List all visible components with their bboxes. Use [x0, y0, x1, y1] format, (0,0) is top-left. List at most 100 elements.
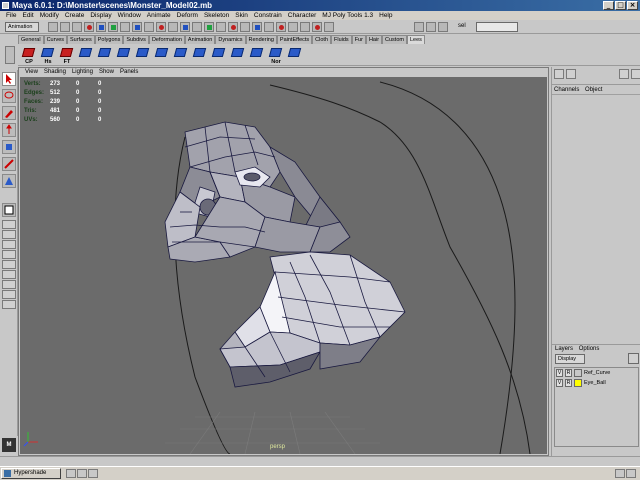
snap-grid-icon[interactable]	[228, 22, 238, 32]
channel-box-toggle-icon[interactable]	[619, 69, 629, 79]
command-line-toggle-icon[interactable]	[615, 469, 625, 478]
maximize-button[interactable]: □	[615, 1, 626, 10]
poly-bevel-icon[interactable]	[172, 45, 190, 65]
layout-persp-graph-icon[interactable]	[2, 250, 16, 259]
menu-skin[interactable]: Skin	[232, 11, 251, 20]
selection-field[interactable]	[476, 22, 518, 32]
panel-menu-shading[interactable]: Shading	[41, 68, 69, 77]
menu-file[interactable]: File	[3, 11, 19, 20]
layout-dope-sheet-icon[interactable]	[2, 300, 16, 309]
menu-skeleton[interactable]: Skeleton	[201, 11, 232, 20]
poly-extrude-icon[interactable]	[115, 45, 133, 65]
tab-lees[interactable]: Lees	[406, 35, 425, 44]
panel-menu-show[interactable]: Show	[96, 68, 117, 77]
layout-hypershade-icon[interactable]	[2, 260, 16, 269]
normals-icon[interactable]: Nor	[267, 45, 285, 65]
tab-general[interactable]: General	[18, 35, 44, 44]
layer-color-swatch[interactable]	[574, 379, 582, 387]
poly-sphere-icon[interactable]	[77, 45, 95, 65]
poly-merge-icon[interactable]	[153, 45, 171, 65]
manipulator-tool-icon[interactable]	[2, 174, 16, 188]
poly-cube-icon[interactable]: CP	[20, 45, 38, 65]
menu-modify[interactable]: Modify	[37, 11, 62, 20]
mask-handles-icon[interactable]	[120, 22, 130, 32]
mask-deformations-icon[interactable]	[168, 22, 178, 32]
scale-tool-icon[interactable]	[2, 157, 16, 171]
tab-fluids[interactable]: Fluids	[331, 35, 352, 44]
layer-color-swatch[interactable]	[574, 369, 582, 377]
poly-append-icon[interactable]	[210, 45, 228, 65]
menu-window[interactable]: Window	[115, 11, 144, 20]
menu-options[interactable]: Options	[579, 346, 604, 352]
menu-layers[interactable]: Layers	[555, 346, 577, 352]
tab-curves[interactable]: Curves	[43, 35, 67, 44]
poly-cube-icon[interactable]	[96, 45, 114, 65]
scene-canvas[interactable]	[20, 77, 547, 454]
panel-menu-lighting[interactable]: Lighting	[69, 68, 96, 77]
paint-select-tool-icon[interactable]	[2, 106, 16, 120]
layer-visibility-toggle[interactable]: V	[556, 379, 563, 387]
layout-two-pane-icon[interactable]	[2, 280, 16, 289]
select-by-component-icon[interactable]	[108, 22, 118, 32]
poly-split-icon[interactable]	[134, 45, 152, 65]
tab-fur[interactable]: Fur	[351, 35, 366, 44]
tab-polygons[interactable]: Polygons	[94, 35, 124, 44]
select-by-hierarchy-icon[interactable]	[84, 22, 94, 32]
select-by-object-icon[interactable]	[96, 22, 106, 32]
layer-reference-toggle[interactable]: R	[565, 369, 572, 377]
make-live-icon[interactable]	[276, 22, 286, 32]
layout-single-pane-icon[interactable]	[2, 220, 16, 229]
menu-object[interactable]: Object	[585, 87, 606, 93]
mask-dynamics-icon[interactable]	[180, 22, 190, 32]
minimize-button[interactable]: _	[603, 1, 614, 10]
viewport[interactable]: Verts: 273 0 0 Edges: 512 0 0 Faces: 239 0 0 Tris: 48…	[20, 77, 547, 454]
tab-dynamics[interactable]: Dynamics	[215, 35, 246, 44]
tab-subdivs[interactable]: Subdivs	[123, 35, 149, 44]
layer-row[interactable]: V R Ref_Curve	[555, 368, 638, 378]
tab-rendering[interactable]: Rendering	[245, 35, 277, 44]
poly-subdivide-icon[interactable]	[248, 45, 266, 65]
layer-reference-toggle[interactable]: R	[565, 379, 572, 387]
attribute-editor-icon[interactable]	[554, 69, 564, 79]
lasso-tool-icon[interactable]	[2, 89, 16, 103]
layout-three-pane-icon[interactable]	[2, 290, 16, 299]
poly-mirror-icon[interactable]	[286, 45, 304, 65]
mask-misc-icon[interactable]	[204, 22, 214, 32]
mask-curves-icon[interactable]	[144, 22, 154, 32]
tab-hair[interactable]: Hair	[365, 35, 383, 44]
tab-cloth[interactable]: Cloth	[312, 35, 332, 44]
tab-painteffects[interactable]: PaintEffects	[276, 35, 313, 44]
tool-settings-icon[interactable]	[566, 69, 576, 79]
mode-selector[interactable]: Animation	[5, 22, 39, 32]
panel-menu-panels[interactable]: Panels	[117, 68, 141, 77]
maximize-window-icon[interactable]	[77, 469, 87, 478]
poly-wedge-icon[interactable]	[229, 45, 247, 65]
new-scene-icon[interactable]	[48, 22, 58, 32]
create-layer-icon[interactable]	[628, 353, 639, 364]
tab-surfaces[interactable]: Surfaces	[67, 35, 95, 44]
menu-create[interactable]: Create	[62, 11, 88, 20]
snap-curve-icon[interactable]	[240, 22, 250, 32]
menu-animate[interactable]: Animate	[144, 11, 174, 20]
menu-help[interactable]: Help	[376, 11, 395, 20]
close-window-icon[interactable]	[88, 469, 98, 478]
menu-constrain[interactable]: Constrain	[251, 11, 285, 20]
mask-surfaces-icon[interactable]	[156, 22, 166, 32]
last-tool-icon[interactable]	[2, 203, 16, 217]
ipr-render-icon[interactable]	[312, 22, 322, 32]
menu-display[interactable]: Display	[87, 11, 114, 20]
poly-history-icon[interactable]: Hs	[39, 45, 57, 65]
mask-joints-icon[interactable]	[132, 22, 142, 32]
taskbar-item-hypershade[interactable]: Hypershade	[1, 468, 61, 479]
poly-smooth-icon[interactable]	[191, 45, 209, 65]
lock-selection-icon[interactable]	[216, 22, 226, 32]
menu-character[interactable]: Character	[285, 11, 320, 20]
render-icon[interactable]	[300, 22, 310, 32]
menu-deform[interactable]: Deform	[174, 11, 201, 20]
tab-animation[interactable]: Animation	[184, 35, 216, 44]
menu-edit[interactable]: Edit	[19, 11, 36, 20]
open-scene-icon[interactable]	[60, 22, 70, 32]
restore-window-icon[interactable]	[66, 469, 76, 478]
panel-menu-view[interactable]: View	[22, 68, 41, 77]
tab-deformation[interactable]: Deformation	[148, 35, 185, 44]
